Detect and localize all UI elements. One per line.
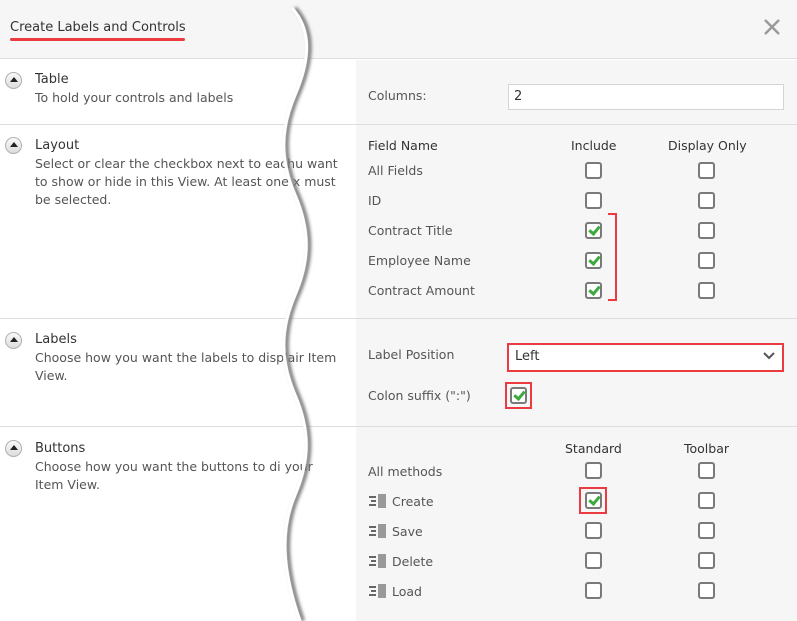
toolbar-checkbox[interactable]: [698, 492, 715, 509]
standard-checkbox[interactable]: [585, 582, 602, 599]
collapse-toggle-labels[interactable]: [5, 332, 22, 349]
section-description: To hold your controls and labels: [35, 90, 234, 105]
standard-checkbox[interactable]: [585, 522, 602, 539]
dialog-header: Create Labels and Controls: [0, 0, 797, 59]
columns-label: Columns:: [368, 88, 427, 103]
method-name: Delete: [392, 554, 434, 569]
column-header-include: Include: [571, 138, 617, 153]
section-title: Layout: [35, 138, 80, 153]
highlight-bracket: [608, 213, 617, 301]
method-name: All methods: [368, 464, 443, 479]
section-layout: Layout Select or clear the checkbox next…: [0, 125, 797, 319]
field-name: ID: [368, 193, 382, 208]
display-only-checkbox[interactable]: [698, 282, 715, 299]
field-name: Employee Name: [368, 253, 471, 268]
field-name: Contract Amount: [368, 283, 475, 298]
display-only-checkbox[interactable]: [698, 222, 715, 239]
include-checkbox[interactable]: [585, 252, 602, 269]
close-icon: [764, 19, 780, 35]
field-name: All Fields: [368, 163, 423, 178]
method-name: Save: [392, 524, 423, 539]
toolbar-checkbox[interactable]: [698, 522, 715, 539]
standard-checkbox[interactable]: [585, 492, 602, 509]
include-checkbox[interactable]: [585, 222, 602, 239]
method-icon: [368, 583, 388, 599]
display-only-checkbox[interactable]: [698, 252, 715, 269]
dialog-title: Create Labels and Controls: [10, 20, 186, 35]
include-checkbox[interactable]: [585, 162, 602, 179]
label-position-select[interactable]: Left: [507, 343, 784, 372]
close-button[interactable]: [761, 16, 783, 38]
display-only-checkbox[interactable]: [698, 192, 715, 209]
standard-checkbox[interactable]: [585, 552, 602, 569]
method-name: Create: [392, 494, 434, 509]
collapse-toggle-buttons[interactable]: [5, 440, 22, 457]
toolbar-checkbox[interactable]: [698, 582, 715, 599]
column-header-display-only: Display Only: [668, 138, 747, 153]
collapse-toggle-table[interactable]: [5, 72, 22, 89]
chevron-down-icon: [763, 352, 775, 360]
method-icon: [368, 553, 388, 569]
colon-suffix-label: Colon suffix (":"): [368, 388, 471, 403]
colon-suffix-checkbox[interactable]: [510, 387, 527, 404]
section-title: Buttons: [35, 441, 86, 456]
section-title: Labels: [35, 332, 77, 347]
label-position-value: Left: [515, 349, 540, 364]
section-description: Select or clear the checkbox next to eac…: [35, 156, 338, 207]
section-table: Table To hold your controls and labels C…: [0, 60, 797, 125]
column-header-field-name: Field Name: [368, 138, 438, 153]
standard-checkbox[interactable]: [585, 462, 602, 479]
include-checkbox[interactable]: [585, 282, 602, 299]
toolbar-checkbox[interactable]: [698, 462, 715, 479]
column-header-toolbar: Toolbar: [684, 441, 730, 456]
labels-settings-panel: [356, 319, 797, 426]
include-checkbox[interactable]: [585, 192, 602, 209]
section-description: Choose how you want the buttons to di yo…: [35, 459, 313, 492]
column-header-standard: Standard: [565, 441, 622, 456]
display-only-checkbox[interactable]: [698, 162, 715, 179]
field-name: Contract Title: [368, 223, 453, 238]
title-highlight-underline: [10, 38, 185, 41]
section-title: Table: [35, 72, 69, 87]
method-name: Load: [392, 584, 422, 599]
collapse-toggle-layout[interactable]: [5, 137, 22, 154]
toolbar-checkbox[interactable]: [698, 552, 715, 569]
columns-input[interactable]: 2: [508, 84, 784, 110]
method-icon: [368, 493, 388, 509]
section-labels: Labels Choose how you want the labels to…: [0, 319, 797, 427]
label-position-label: Label Position: [368, 347, 455, 362]
section-description: Choose how you want the labels to displa…: [35, 350, 337, 383]
method-icon: [368, 523, 388, 539]
section-buttons: Buttons Choose how you want the buttons …: [0, 427, 797, 621]
